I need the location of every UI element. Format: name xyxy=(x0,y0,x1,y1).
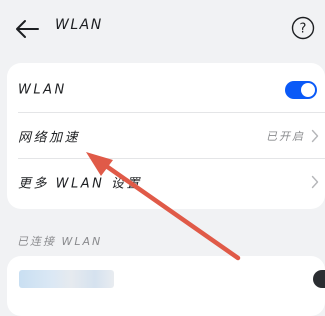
wlan-label: WLAN xyxy=(18,82,67,98)
connected-wlan-section-title: 已连接 WLAN xyxy=(17,235,103,248)
network-boost-label: 网络加速 xyxy=(18,130,81,146)
wlan-toggle[interactable] xyxy=(285,81,317,99)
wlan-toggle-row[interactable]: WLAN xyxy=(7,67,325,113)
svg-text:?: ? xyxy=(300,22,307,37)
network-boost-status: 已开启 xyxy=(266,130,305,143)
more-wlan-settings-label: 更多 WLAN 设置 xyxy=(18,176,142,192)
help-icon[interactable]: ? xyxy=(291,16,315,40)
settings-card: WLAN 网络加速 已开启 更多 WLAN 设置 xyxy=(7,63,325,209)
back-arrow-icon[interactable] xyxy=(14,18,40,40)
connected-network-name-blurred[interactable] xyxy=(19,270,114,288)
network-boost-row[interactable]: 网络加速 已开启 xyxy=(7,113,325,159)
toggle-knob xyxy=(301,83,315,97)
page-title: WLAN xyxy=(55,17,103,33)
connected-network-card xyxy=(7,256,325,316)
wifi-signal-icon xyxy=(313,270,325,288)
top-bar: WLAN ? xyxy=(0,0,325,60)
chevron-right-icon xyxy=(311,129,319,143)
more-wlan-settings-row[interactable]: 更多 WLAN 设置 xyxy=(7,159,325,205)
chevron-right-icon xyxy=(311,175,319,189)
